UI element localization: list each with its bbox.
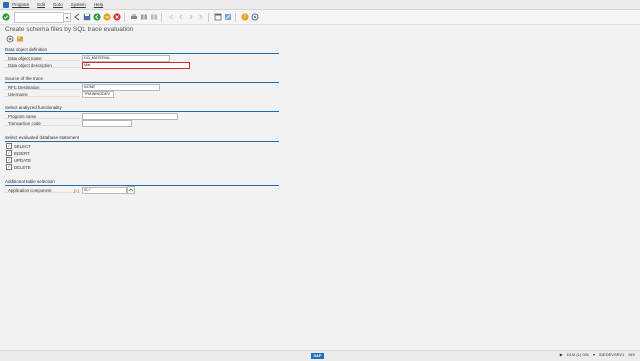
insert-checkbox[interactable]: ✓ INSERT — [6, 150, 30, 156]
save-icon[interactable] — [83, 13, 91, 21]
previous-page-icon[interactable] — [177, 13, 185, 21]
section-divider — [5, 111, 279, 112]
help-icon[interactable]: ? — [241, 13, 249, 21]
command-dropdown-icon[interactable]: ▾ — [64, 12, 71, 22]
section-header-data-object: Data object definition — [5, 47, 48, 52]
expand-status-icon[interactable]: ▶ — [560, 352, 563, 357]
first-page-icon[interactable] — [167, 13, 175, 21]
status-bar: SAP ▶ D1M (1) 001 ▾ IDEDEVSRV1 INS — [0, 350, 640, 361]
next-page-icon[interactable] — [187, 13, 195, 21]
sap-logo: SAP — [311, 353, 324, 359]
menu-bar: Program Edit Goto System Help — [0, 0, 640, 10]
data-object-name-label: Data object name — [8, 55, 42, 61]
menu-edit[interactable]: Edit — [37, 2, 45, 7]
select-checkbox[interactable]: ✓ SELECT — [6, 143, 31, 149]
server-name: IDEDEVSRV1 — [599, 352, 625, 357]
last-page-icon[interactable] — [197, 13, 205, 21]
new-session-icon[interactable] — [214, 13, 222, 21]
find-next-icon[interactable] — [150, 13, 158, 21]
execute-icon[interactable] — [6, 35, 14, 43]
section-header-source: Source of the trace — [5, 76, 44, 81]
command-field[interactable] — [14, 11, 64, 23]
title-bar: Create schema files by SQL trace evaluat… — [0, 25, 640, 34]
standard-toolbar: ▾ ? — [0, 10, 640, 25]
data-object-name-field[interactable]: DO_MATERIAL — [82, 55, 170, 62]
history-icon[interactable] — [73, 13, 81, 21]
select-option-icon[interactable]: [=] — [74, 188, 79, 193]
section-header-functionality: Select analyzed functionality — [5, 105, 62, 110]
system-client: D1M (1) 001 — [566, 352, 590, 357]
delete-checkbox[interactable]: ✓ DELETE — [6, 164, 31, 170]
application-component-label: Application component — [8, 187, 52, 193]
toolbar-separator — [161, 12, 162, 22]
system-info: ▶ D1M (1) 001 ▾ IDEDEVSRV1 INS — [556, 352, 635, 357]
menu-program[interactable]: Program — [12, 2, 29, 7]
select-checkbox-label: SELECT — [14, 143, 31, 149]
back-icon[interactable] — [93, 13, 101, 21]
status-dropdown-icon[interactable]: ▾ — [593, 352, 595, 357]
input-mode[interactable]: INS — [628, 352, 635, 357]
program-name-label: Program name — [8, 113, 37, 119]
update-checkbox-label: UPDATE — [14, 157, 32, 163]
transaction-code-label: Transaction code — [8, 120, 41, 126]
section-divider — [5, 141, 279, 142]
data-object-description-label: Data object description — [8, 62, 52, 68]
print-icon[interactable] — [130, 13, 138, 21]
menu-goto[interactable]: Goto — [53, 2, 63, 7]
username-field[interactable]: TRAININGDEV — [82, 91, 114, 98]
section-divider — [5, 185, 279, 186]
enter-icon[interactable] — [2, 13, 10, 21]
checkmark-icon: ✓ — [6, 143, 12, 149]
menu-help[interactable]: Help — [94, 2, 103, 7]
checkmark-icon: ✓ — [6, 164, 12, 170]
page-title: Create schema files by SQL trace evaluat… — [5, 26, 134, 33]
delete-checkbox-label: DELETE — [14, 164, 31, 170]
section-divider — [5, 82, 279, 83]
find-icon[interactable] — [140, 13, 148, 21]
variant-icon[interactable] — [16, 35, 24, 43]
sap-menu-icon[interactable] — [3, 1, 9, 8]
data-object-description-field[interactable]: Mat — [82, 62, 190, 69]
section-divider — [5, 53, 279, 54]
toolbar-separator — [124, 12, 125, 22]
application-component-field[interactable]: IS-* — [82, 187, 127, 194]
insert-checkbox-label: INSERT — [14, 150, 30, 156]
section-header-additional: Additional table selection — [5, 179, 55, 184]
rfc-destination-label: RFC Destination — [8, 84, 40, 90]
multiple-selection-icon[interactable] — [127, 186, 135, 194]
toolbar-separator — [208, 12, 209, 22]
toolbar-separator — [235, 12, 236, 22]
username-label: Username — [8, 91, 28, 97]
program-name-field[interactable] — [82, 113, 178, 120]
rfc-destination-field[interactable]: NONE — [82, 84, 160, 91]
customize-layout-icon[interactable] — [251, 13, 259, 21]
svg-text:?: ? — [244, 15, 247, 21]
shortcut-icon[interactable] — [224, 13, 232, 21]
exit-icon[interactable] — [103, 13, 111, 21]
section-header-statements: Select evaluated database statement — [5, 135, 80, 140]
application-toolbar — [4, 35, 24, 43]
update-checkbox[interactable]: ✓ UPDATE — [6, 157, 31, 163]
checkmark-icon: ✓ — [6, 157, 12, 163]
menu-system[interactable]: System — [71, 2, 86, 7]
cancel-icon[interactable] — [113, 13, 121, 21]
transaction-code-field[interactable] — [82, 120, 132, 127]
checkmark-icon: ✓ — [6, 150, 12, 156]
